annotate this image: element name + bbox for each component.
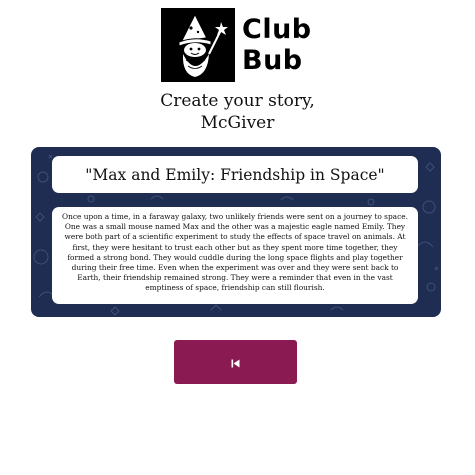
brand-name-line1: Club bbox=[242, 14, 312, 45]
back-button[interactable] bbox=[174, 340, 297, 384]
story-panel: "Max and Emily: Friendship in Space" Onc… bbox=[31, 147, 441, 317]
story-title: "Max and Emily: Friendship in Space" bbox=[52, 156, 418, 193]
story-body: Once upon a time, in a faraway galaxy, t… bbox=[52, 207, 418, 304]
heading-line2: McGiver bbox=[200, 113, 275, 133]
skip-back-icon bbox=[231, 353, 240, 372]
page-heading: Create your story, McGiver bbox=[0, 90, 475, 134]
brand-name: Club Bub bbox=[242, 14, 312, 76]
brand-logo: Club Bub bbox=[161, 8, 312, 82]
heading-line1: Create your story, bbox=[160, 91, 315, 111]
brand-name-line2: Bub bbox=[242, 45, 303, 76]
wizard-icon bbox=[161, 8, 235, 82]
